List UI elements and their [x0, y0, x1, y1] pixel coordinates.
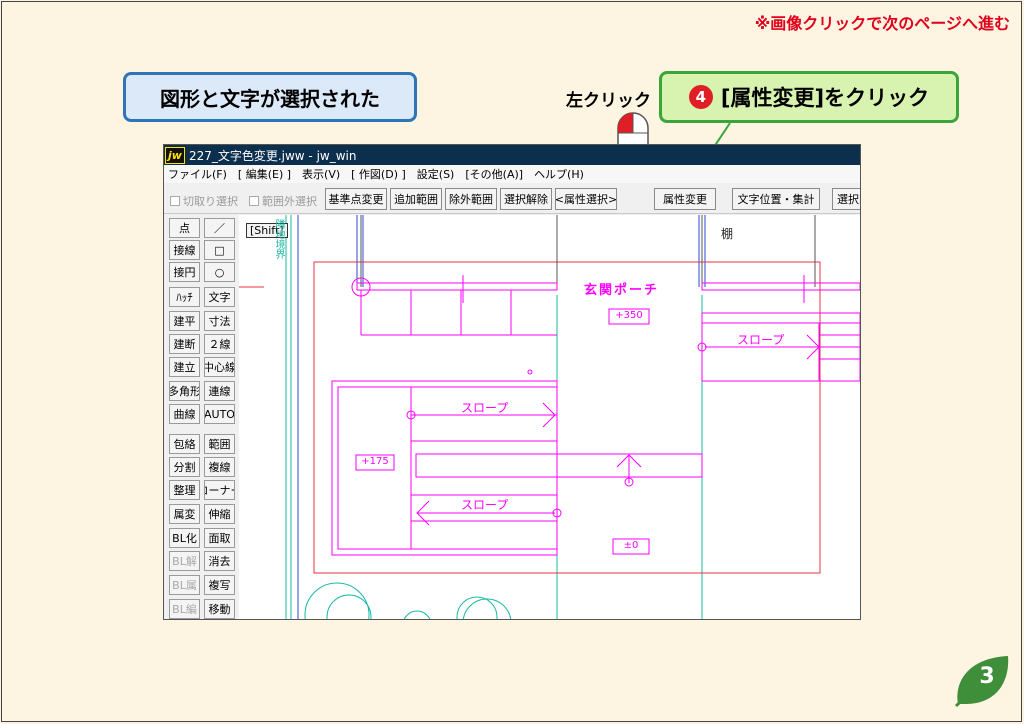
- page-number: 3: [979, 664, 995, 689]
- tool-left-0[interactable]: 点: [169, 218, 200, 238]
- tool-left-13[interactable]: BL化: [169, 528, 200, 548]
- floor-plan-drawing: [239, 215, 860, 619]
- tool-right-16[interactable]: 移動: [204, 599, 235, 619]
- jw-window: jw 227_文字色変更.jww - jw_win ファイル(F) [ 編集(E…: [163, 144, 861, 620]
- tool-right-1[interactable]: □: [204, 240, 235, 260]
- tool-right-12[interactable]: 伸縮: [204, 504, 235, 524]
- clear-selection-button[interactable]: 選択解除: [500, 188, 552, 210]
- menu-other[interactable]: [その他(A)]: [465, 166, 523, 182]
- menu-draw[interactable]: [ 作図(D) ]: [351, 166, 406, 182]
- tool-left-8[interactable]: 曲線: [169, 404, 200, 424]
- tool-left-9[interactable]: 包絡: [169, 434, 200, 454]
- tool-right-9[interactable]: 範囲: [204, 434, 235, 454]
- base-point-change-button[interactable]: 基準点変更: [325, 188, 387, 210]
- tool-right-3[interactable]: 文字: [204, 287, 235, 307]
- slope-label-lower: スロープ: [461, 498, 509, 512]
- window-titlebar: jw 227_文字色変更.jww - jw_win: [164, 145, 860, 165]
- cut-select-checkbox[interactable]: 切取り選択: [170, 193, 238, 209]
- tool-left-12[interactable]: 属変: [169, 504, 200, 524]
- cut-select-label: 切取り選択: [183, 195, 238, 208]
- tool-left-11[interactable]: 整理: [169, 480, 200, 500]
- tool-left-6[interactable]: 建立: [169, 357, 200, 377]
- menu-settings[interactable]: 設定(S): [417, 166, 455, 182]
- tool-left-1[interactable]: 接線: [169, 240, 200, 260]
- tool-left-2[interactable]: 接円: [169, 262, 200, 282]
- level-350-label: +350: [615, 310, 643, 321]
- exclude-range-button[interactable]: 除外範囲: [445, 188, 497, 210]
- slope-label-upper: スロープ: [461, 401, 509, 415]
- menu-bar: ファイル(F) [ 編集(E) ] 表示(V) [ 作図(D) ] 設定(S) …: [164, 165, 860, 183]
- left-tool-palette: 点／接線 □ 接円 ○ ﾊｯﾁ 文字 建平 寸法 建断 ２線 建立 中心線 多角形 連線 曲線 AUTO 包絡範…: [164, 215, 238, 619]
- step-number-badge: 4: [688, 85, 713, 109]
- boundary-label: 隣地境界: [273, 219, 284, 259]
- selection-toolbar: 切取り選択 範囲外選択 基準点変更 追加範囲 除外範囲 選択解除 <属性選択> …: [164, 184, 860, 214]
- add-range-button[interactable]: 追加範囲: [390, 188, 442, 210]
- attribute-change-button[interactable]: 属性変更: [654, 188, 716, 210]
- tool-left-15[interactable]: BL属: [169, 575, 200, 595]
- menu-file[interactable]: ファイル(F): [168, 166, 227, 182]
- tool-left-5[interactable]: 建断: [169, 334, 200, 354]
- level-0-label: ±0: [623, 540, 639, 551]
- outside-select-checkbox[interactable]: 範囲外選択: [249, 193, 317, 209]
- porch-title: 玄関ポーチ: [584, 283, 660, 298]
- step-instruction: 4 [属性変更]をクリック: [659, 71, 959, 123]
- tool-right-8[interactable]: AUTO: [204, 404, 235, 424]
- tool-left-4[interactable]: 建平: [169, 311, 200, 331]
- outside-select-label: 範囲外選択: [262, 195, 317, 208]
- selection-callout: 図形と文字が選択された: [123, 72, 417, 122]
- menu-help[interactable]: ヘルプ(H): [534, 166, 584, 182]
- drawing-canvas[interactable]: [Shift] 隣地境界 棚 玄関ポーチ +350 +175 ±0 スロープ ス…: [239, 215, 860, 619]
- tool-right-10[interactable]: 複線: [204, 457, 235, 477]
- tool-right-4[interactable]: 寸法: [204, 311, 235, 331]
- shelf-label: 棚: [721, 227, 734, 241]
- tool-right-15[interactable]: 複写: [204, 575, 235, 595]
- tool-right-14[interactable]: 消去: [204, 551, 235, 571]
- tool-right-11[interactable]: コーナー: [204, 480, 235, 500]
- tool-left-7[interactable]: 多角形: [169, 381, 200, 401]
- tool-left-10[interactable]: 分割: [169, 457, 200, 477]
- tool-right-6[interactable]: 中心線: [204, 357, 235, 377]
- level-175-label: +175: [361, 456, 389, 467]
- left-click-label: 左クリック: [566, 91, 651, 111]
- menu-edit[interactable]: [ 編集(E) ]: [238, 166, 291, 182]
- tool-right-7[interactable]: 連線: [204, 381, 235, 401]
- step-text: [属性変更]をクリック: [720, 86, 930, 110]
- menu-view[interactable]: 表示(V): [302, 166, 340, 182]
- text-position-tally-button[interactable]: 文字位置・集計: [732, 188, 820, 210]
- attribute-select-button[interactable]: <属性選択>: [555, 188, 617, 210]
- tool-right-2[interactable]: ○: [204, 262, 235, 282]
- window-title: 227_文字色変更.jww - jw_win: [188, 148, 357, 163]
- tool-right-5[interactable]: ２線: [204, 334, 235, 354]
- select-drawing-button[interactable]: 選択図: [832, 188, 860, 210]
- tool-right-0[interactable]: ／: [204, 218, 235, 238]
- tool-left-3[interactable]: ﾊｯﾁ: [169, 287, 200, 307]
- tool-right-13[interactable]: 面取: [204, 528, 235, 548]
- jw-logo-icon: jw: [165, 146, 185, 164]
- slope-label-right: スロープ: [737, 333, 785, 347]
- tool-left-16[interactable]: BL編: [169, 599, 200, 619]
- next-page-note[interactable]: ※画像クリックで次のページへ進む: [755, 10, 1010, 34]
- tool-left-14[interactable]: BL解: [169, 551, 200, 571]
